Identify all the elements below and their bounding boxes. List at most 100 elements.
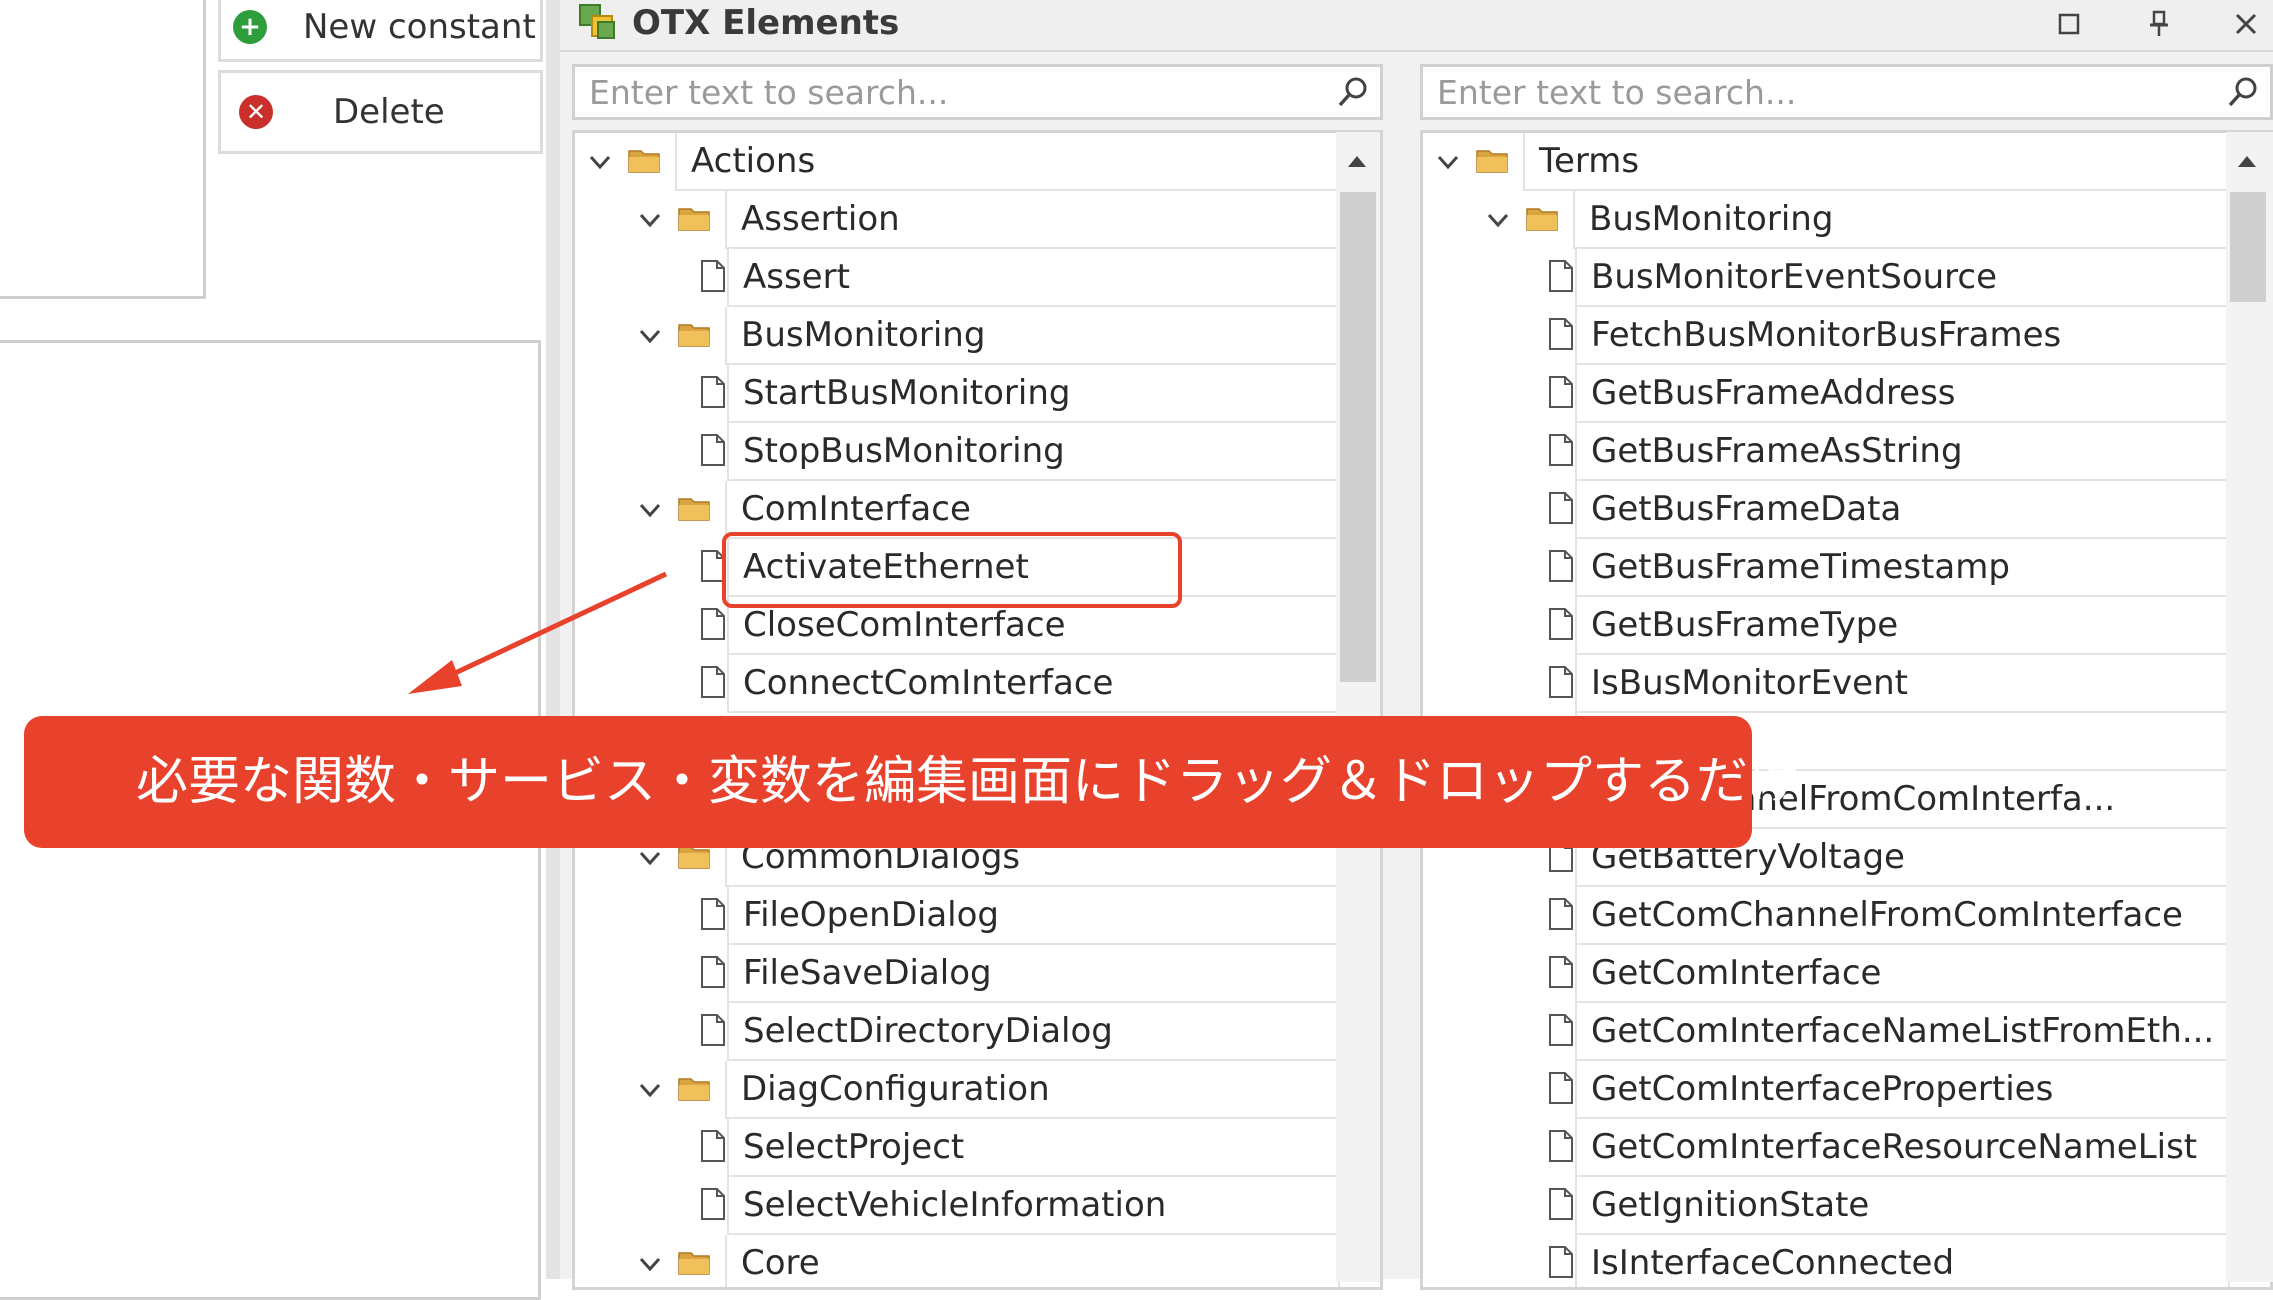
pin-icon[interactable] bbox=[2139, 4, 2179, 44]
tree-folder-row[interactable]: Core bbox=[575, 1235, 1380, 1287]
delete-label: Delete bbox=[333, 92, 445, 132]
otx-elements-icon bbox=[579, 4, 615, 39]
scroll-up-icon[interactable] bbox=[1348, 156, 1366, 167]
tree-item-row[interactable]: FetchBusMonitorBusFrames bbox=[1423, 307, 2270, 365]
tree-item-row[interactable]: ConnectComInterface bbox=[575, 655, 1380, 713]
document-icon bbox=[701, 956, 725, 988]
tree-item-row[interactable]: Assert bbox=[575, 249, 1380, 307]
document-icon bbox=[1549, 1072, 1573, 1104]
folder-icon bbox=[678, 1252, 710, 1275]
document-icon bbox=[1549, 492, 1573, 524]
new-constant-label: New constant bbox=[303, 7, 536, 47]
search-icon[interactable] bbox=[2226, 75, 2260, 109]
add-icon: + bbox=[233, 10, 267, 44]
tree-node-label: GetBusFrameData bbox=[1575, 481, 2230, 539]
tree-node-label: ComInterface bbox=[725, 481, 1340, 539]
tree-node-label: IsInterfaceConnected bbox=[1575, 1235, 2230, 1287]
tree-node-label: Terms bbox=[1523, 133, 2230, 191]
tree-node-label: BusMonitoring bbox=[1573, 191, 2230, 249]
document-icon bbox=[701, 1130, 725, 1162]
tree-item-row[interactable]: StartBusMonitoring bbox=[575, 365, 1380, 423]
search-icon[interactable] bbox=[1336, 75, 1370, 109]
tree-item-row[interactable]: GetBusFrameTimestamp bbox=[1423, 539, 2270, 597]
document-icon bbox=[1549, 666, 1573, 698]
chevron-down-icon[interactable] bbox=[635, 205, 665, 235]
tree-folder-row[interactable]: Terms bbox=[1423, 133, 2270, 191]
scrollbar-thumb[interactable] bbox=[1340, 192, 1376, 682]
tree-node-label: FetchBusMonitorBusFrames bbox=[1575, 307, 2230, 365]
terms-search-input[interactable] bbox=[1423, 67, 2270, 117]
tree-item-row[interactable]: SelectDirectoryDialog bbox=[575, 1003, 1380, 1061]
tree-item-row[interactable]: GetBusFrameData bbox=[1423, 481, 2270, 539]
tree-node-label: GetBusFrameTimestamp bbox=[1575, 539, 2230, 597]
folder-icon bbox=[678, 324, 710, 347]
tree-item-row[interactable]: FileSaveDialog bbox=[575, 945, 1380, 1003]
terms-scrollbar[interactable] bbox=[2226, 132, 2273, 1282]
tree-item-row[interactable]: BusMonitorEventSource bbox=[1423, 249, 2270, 307]
tree-node-label: DiagConfiguration bbox=[725, 1061, 1340, 1119]
tree-item-row[interactable]: StopBusMonitoring bbox=[575, 423, 1380, 481]
tree-folder-row[interactable]: ComInterface bbox=[575, 481, 1380, 539]
document-icon bbox=[1549, 318, 1573, 350]
panel-title: OTX Elements bbox=[632, 3, 900, 43]
document-icon bbox=[1549, 550, 1573, 582]
tree-node-label: SelectDirectoryDialog bbox=[727, 1003, 1340, 1061]
document-icon bbox=[1549, 1188, 1573, 1220]
chevron-down-icon[interactable] bbox=[635, 321, 665, 351]
document-icon bbox=[701, 260, 725, 292]
delete-button[interactable]: ✕ Delete bbox=[218, 70, 543, 154]
terms-tree: Terms BusMonitoring BusMonitorEventSource F… bbox=[1420, 130, 2273, 1290]
tree-item-row[interactable]: GetComInterfaceResourceNameList bbox=[1423, 1119, 2270, 1177]
tree-folder-row[interactable]: Actions bbox=[575, 133, 1380, 191]
tree-item-row[interactable]: IsInterfaceConnected bbox=[1423, 1235, 2270, 1287]
callout-banner: 必要な関数・サービス・変数を編集画面にドラッグ＆ドロップするだけ bbox=[24, 716, 1800, 848]
tree-item-row[interactable]: IsBusMonitorEvent bbox=[1423, 655, 2270, 713]
tree-item-row[interactable]: GetBusFrameAsString bbox=[1423, 423, 2270, 481]
tree-item-row[interactable]: GetComInterfaceNameListFromEth... bbox=[1423, 1003, 2270, 1061]
folder-icon bbox=[628, 150, 660, 173]
document-icon bbox=[1549, 1130, 1573, 1162]
document-icon bbox=[701, 608, 725, 640]
tree-node-label: GetComInterfaceNameListFromEth... bbox=[1575, 1003, 2230, 1061]
tree-item-row[interactable]: SelectProject bbox=[575, 1119, 1380, 1177]
maximize-icon[interactable] bbox=[2049, 4, 2089, 44]
tree-item-row[interactable]: GetComChannelFromComInterface bbox=[1423, 887, 2270, 945]
chevron-down-icon[interactable] bbox=[635, 1249, 665, 1279]
actions-scrollbar[interactable] bbox=[1336, 132, 1380, 1282]
document-icon bbox=[701, 1014, 725, 1046]
tree-node-label: GetComInterfaceProperties bbox=[1575, 1061, 2230, 1119]
tree-item-row[interactable]: GetBusFrameAddress bbox=[1423, 365, 2270, 423]
document-icon bbox=[701, 898, 725, 930]
chevron-down-icon[interactable] bbox=[635, 1075, 665, 1105]
tree-item-row[interactable]: GetComInterface bbox=[1423, 945, 2270, 1003]
chevron-down-icon[interactable] bbox=[1433, 147, 1463, 177]
tree-item-row[interactable]: GetComInterfaceProperties bbox=[1423, 1061, 2270, 1119]
actions-search-input[interactable] bbox=[575, 67, 1380, 117]
close-icon[interactable] bbox=[2226, 4, 2266, 44]
tree-node-label: ConnectComInterface bbox=[727, 655, 1340, 713]
scroll-up-icon[interactable] bbox=[2238, 156, 2256, 167]
tree-folder-row[interactable]: Assertion bbox=[575, 191, 1380, 249]
chevron-down-icon[interactable] bbox=[585, 147, 615, 177]
document-icon bbox=[701, 666, 725, 698]
actions-search-box bbox=[572, 64, 1383, 120]
chevron-down-icon[interactable] bbox=[635, 495, 665, 525]
folder-icon bbox=[1526, 208, 1558, 231]
tree-node-label: GetComInterfaceResourceNameList bbox=[1575, 1119, 2230, 1177]
tree-folder-row[interactable]: BusMonitoring bbox=[575, 307, 1380, 365]
tree-folder-row[interactable]: BusMonitoring bbox=[1423, 191, 2270, 249]
tree-node-label: GetComChannelFromComInterface bbox=[1575, 887, 2230, 945]
tree-item-row[interactable]: FileOpenDialog bbox=[575, 887, 1380, 945]
scrollbar-thumb[interactable] bbox=[2230, 192, 2266, 302]
tree-folder-row[interactable]: DiagConfiguration bbox=[575, 1061, 1380, 1119]
document-icon bbox=[1549, 434, 1573, 466]
tree-item-row[interactable]: SelectVehicleInformation bbox=[575, 1177, 1380, 1235]
arrow-icon bbox=[408, 571, 668, 694]
document-icon bbox=[701, 1188, 725, 1220]
tree-item-row[interactable]: GetBusFrameType bbox=[1423, 597, 2270, 655]
chevron-down-icon[interactable] bbox=[1483, 205, 1513, 235]
tree-item-row[interactable]: GetIgnitionState bbox=[1423, 1177, 2270, 1235]
tree-node-label: GetBusFrameType bbox=[1575, 597, 2230, 655]
new-constant-button[interactable]: + New constant bbox=[218, 0, 543, 62]
delete-icon: ✕ bbox=[239, 95, 273, 129]
